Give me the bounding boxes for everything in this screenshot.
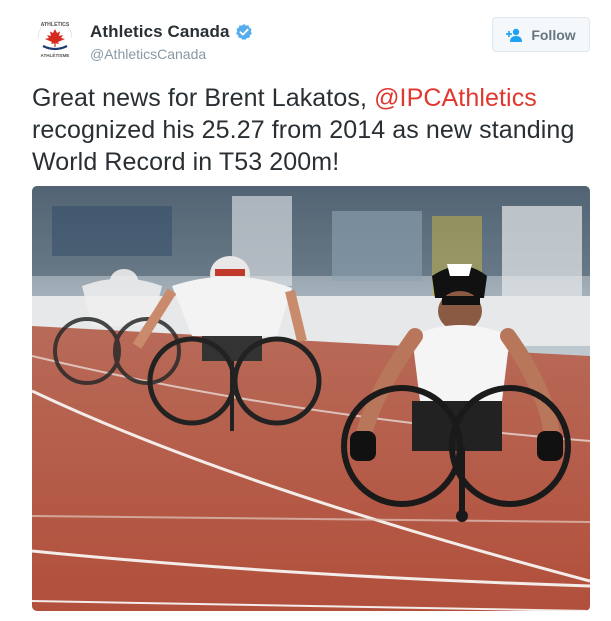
account-handle[interactable]: @AthleticsCanada <box>90 46 206 62</box>
follow-button[interactable]: Follow <box>492 17 590 52</box>
verified-badge-icon <box>235 23 253 41</box>
wheelchair-race-image <box>32 186 590 611</box>
account-name-row[interactable]: Athletics Canada <box>90 22 253 42</box>
svg-text:ATHLETICS: ATHLETICS <box>41 22 70 28</box>
tweet-text-after: recognized his 25.27 from 2014 as new st… <box>32 116 575 176</box>
svg-text:ATHLÉTISME: ATHLÉTISME <box>40 51 69 58</box>
athletics-canada-logo-icon: ATHLETICS ATHLÉTISME <box>33 17 77 61</box>
mention-link[interactable]: @IPCAthletics <box>374 84 537 112</box>
tweet-card: ATHLETICS ATHLÉTISME Athletics Canada @A… <box>0 0 611 621</box>
tweet-text: Great news for Brent Lakatos, @IPCAthlet… <box>32 82 592 178</box>
follow-button-label: Follow <box>531 26 576 43</box>
display-name[interactable]: Athletics Canada <box>90 22 230 42</box>
tweet-photo[interactable] <box>32 186 590 611</box>
add-user-icon <box>506 28 523 42</box>
tweet-text-before: Great news for Brent Lakatos, <box>32 84 375 112</box>
avatar[interactable]: ATHLETICS ATHLÉTISME <box>32 16 78 62</box>
